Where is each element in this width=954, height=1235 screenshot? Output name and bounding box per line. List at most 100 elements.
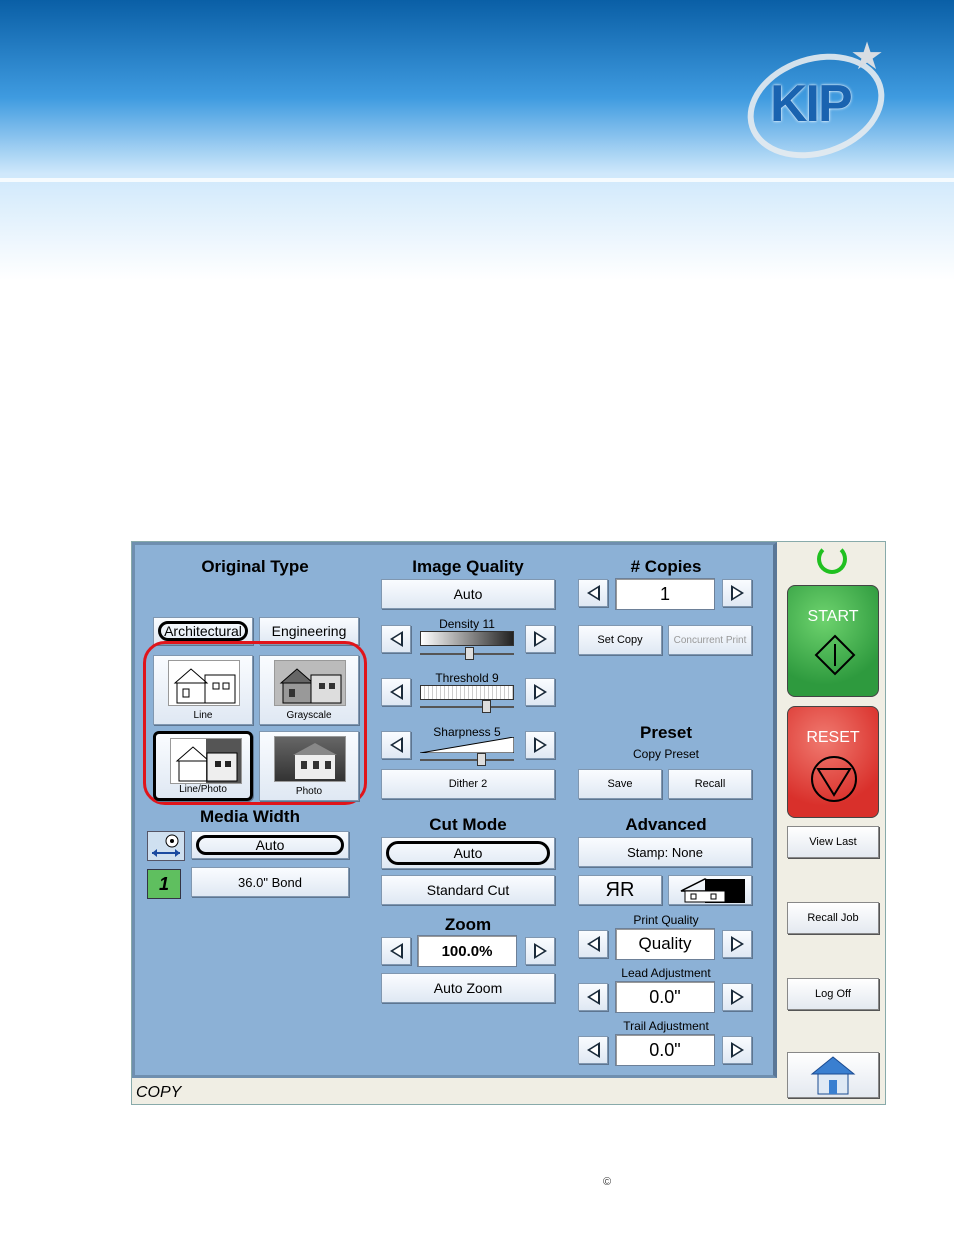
status-mode-text: COPY <box>136 1084 182 1101</box>
auto-zoom-button[interactable]: Auto Zoom <box>381 973 555 1003</box>
sharpness-increase-button[interactable] <box>525 731 555 759</box>
left-arrow-icon <box>586 585 600 601</box>
roll-number-icon: 1 <box>147 869 181 899</box>
lead-adjustment-label: Lead Adjustment <box>621 966 711 980</box>
left-arrow-icon <box>389 943 403 959</box>
home-icon <box>810 1056 856 1095</box>
zoom-increase-button[interactable] <box>525 937 555 965</box>
line-house-icon <box>168 660 240 706</box>
standard-cut-button[interactable]: Standard Cut <box>381 875 555 905</box>
reset-stop-icon <box>811 756 857 802</box>
copy-screen: Original Type Architectural Engineering … <box>131 541 886 1105</box>
reset-label: RESET <box>806 729 860 746</box>
image-quality-title: Image Quality <box>412 557 524 576</box>
preset-title: Preset <box>640 723 692 742</box>
preset-recall-button[interactable]: Recall <box>668 769 752 799</box>
trail-adjustment-value: 0.0" <box>615 1034 715 1066</box>
copyright-symbol: © <box>603 1176 612 1188</box>
right-arrow-icon <box>730 989 744 1005</box>
original-type-title: Original Type <box>201 557 309 576</box>
cut-mode-auto-button[interactable]: Auto <box>381 837 555 869</box>
trail-decrease-button[interactable] <box>578 1036 608 1064</box>
set-copy-button[interactable]: Set Copy <box>578 625 662 655</box>
copies-value[interactable]: 1 <box>615 578 715 610</box>
invert-house-icon <box>680 878 745 903</box>
print-quality-decrease-button[interactable] <box>578 930 608 958</box>
left-arrow-icon <box>586 936 600 952</box>
start-diamond-icon <box>814 634 856 676</box>
kip-logo: ★ KIP <box>733 34 899 176</box>
right-arrow-icon <box>533 631 547 647</box>
density-label: Density 11 <box>439 617 495 631</box>
home-button[interactable] <box>787 1052 879 1098</box>
mode-line-label: Line <box>193 710 213 721</box>
grayscale-house-icon <box>274 660 346 706</box>
mode-photo-label: Photo <box>295 786 323 797</box>
lead-decrease-button[interactable] <box>578 983 608 1011</box>
right-arrow-icon <box>730 585 744 601</box>
copies-title: # Copies <box>630 557 702 576</box>
right-arrow-icon <box>730 936 744 952</box>
threshold-label: Threshold 9 <box>435 671 499 685</box>
media-width-title: Media Width <box>200 807 300 826</box>
density-slider-thumb[interactable] <box>464 647 474 660</box>
stamp-button[interactable]: Stamp: None <box>578 837 752 867</box>
copy-panel: Original Type Architectural Engineering … <box>132 542 777 1078</box>
view-last-button[interactable]: View Last <box>787 826 879 858</box>
mode-grayscale-label: Grayscale <box>286 710 332 721</box>
dither-button[interactable]: Dither 2 <box>381 769 555 799</box>
log-off-button[interactable]: Log Off <box>787 978 879 1010</box>
trail-adjustment-label: Trail Adjustment <box>623 1019 709 1033</box>
zoom-title: Zoom <box>444 915 492 934</box>
cut-mode-title: Cut Mode <box>429 815 507 834</box>
zoom-value: 100.0% <box>417 935 517 967</box>
roll-width-icon <box>147 831 185 861</box>
media-type-button[interactable]: 36.0" Bond <box>191 867 349 897</box>
media-width-auto-button[interactable]: Auto <box>191 831 349 859</box>
right-arrow-icon <box>533 684 547 700</box>
concurrent-print-button[interactable]: Concurrent Print <box>668 625 752 655</box>
threshold-track <box>420 706 514 708</box>
copies-increase-button[interactable] <box>722 579 752 607</box>
mode-line-photo-button[interactable]: Line/Photo <box>153 731 253 801</box>
lead-adjustment-value: 0.0" <box>615 981 715 1013</box>
banner-band <box>0 178 954 182</box>
right-arrow-icon <box>533 943 547 959</box>
reset-button[interactable]: RESET <box>787 706 879 818</box>
right-arrow-icon <box>533 737 547 753</box>
threshold-slider-thumb[interactable] <box>481 700 491 713</box>
threshold-increase-button[interactable] <box>525 678 555 706</box>
right-arrow-icon <box>730 1042 744 1058</box>
print-quality-increase-button[interactable] <box>722 930 752 958</box>
mode-line-photo-label: Line/Photo <box>179 784 227 795</box>
header-banner: ★ KIP <box>0 0 954 280</box>
left-arrow-icon <box>586 989 600 1005</box>
density-gradient <box>420 631 514 646</box>
mode-photo-button[interactable]: Photo <box>259 731 359 801</box>
start-button[interactable]: START <box>787 585 879 697</box>
preset-subtitle: Copy Preset <box>632 747 700 761</box>
mode-grayscale-button[interactable]: Grayscale <box>259 655 359 725</box>
preset-save-button[interactable]: Save <box>578 769 662 799</box>
invert-button[interactable] <box>668 875 752 905</box>
left-arrow-icon <box>389 684 403 700</box>
start-label: START <box>807 608 859 625</box>
copies-decrease-button[interactable] <box>578 579 608 607</box>
density-increase-button[interactable] <box>525 625 555 653</box>
sharpness-slider-thumb[interactable] <box>476 753 486 766</box>
sharpness-wedge <box>419 736 515 754</box>
mode-line-button[interactable]: Line <box>153 655 253 725</box>
photo-house-icon <box>274 736 346 782</box>
print-quality-value: Quality <box>615 928 715 960</box>
left-arrow-icon <box>586 1042 600 1058</box>
busy-spinner-icon <box>817 544 847 574</box>
zoom-decrease-button[interactable] <box>381 937 411 965</box>
line-photo-house-icon <box>170 738 242 784</box>
image-quality-mode-button[interactable]: Auto <box>381 579 555 609</box>
mirror-button[interactable]: ЯR <box>578 875 662 905</box>
lead-increase-button[interactable] <box>722 983 752 1011</box>
trail-increase-button[interactable] <box>722 1036 752 1064</box>
sharpness-track <box>420 759 514 761</box>
recall-job-button[interactable]: Recall Job <box>787 902 879 934</box>
left-arrow-icon <box>389 737 403 753</box>
